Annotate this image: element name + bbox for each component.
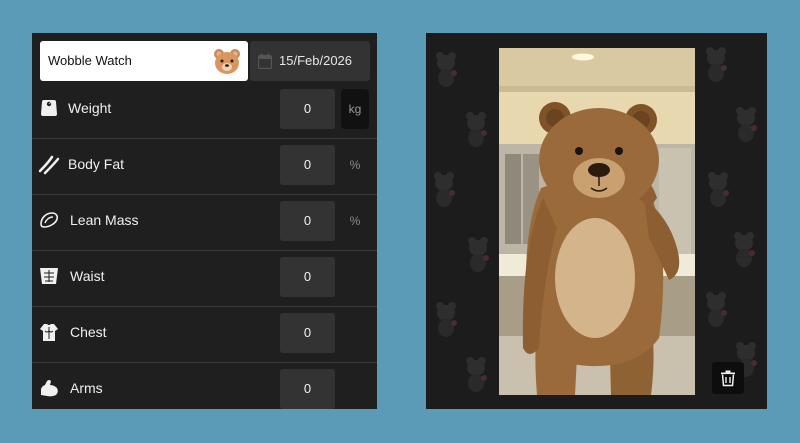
delete-photo-button[interactable]	[712, 362, 744, 394]
metric-label-body-fat: Body Fat	[68, 156, 125, 172]
metric-label-chest: Chest	[70, 324, 107, 340]
metric-row-arms: Arms 0	[32, 363, 377, 409]
panel-header: Wobble Watch 15/Feb/2026	[32, 33, 377, 83]
trash-icon	[721, 370, 735, 387]
profile-name: Wobble Watch	[48, 53, 132, 68]
date-value: 15/Feb/2026	[279, 53, 353, 68]
metric-row-body-fat: Body Fat 0 %	[32, 139, 377, 195]
progress-photo[interactable]	[499, 48, 695, 395]
bear-face-icon	[214, 49, 240, 74]
lean-mass-input[interactable]: 0	[280, 201, 335, 241]
metric-label-arms: Arms	[70, 380, 103, 396]
arms-input[interactable]: 0	[280, 369, 335, 409]
metric-row-weight: Weight 0 kg	[32, 83, 377, 139]
metric-label-lean-mass: Lean Mass	[70, 212, 139, 228]
arm-icon	[41, 380, 58, 397]
metric-label-weight: Weight	[68, 100, 112, 116]
lean-mass-unit: %	[349, 214, 361, 228]
body-fat-icon	[38, 155, 60, 175]
metric-row-chest: Chest 0	[32, 307, 377, 363]
weight-input[interactable]: 0	[280, 89, 335, 129]
photo-panel	[426, 33, 767, 409]
profile-selector[interactable]: Wobble Watch	[40, 41, 248, 81]
weight-unit-toggle[interactable]: kg	[341, 89, 369, 129]
chest-input[interactable]: 0	[280, 313, 335, 353]
body-fat-input[interactable]: 0	[280, 145, 335, 185]
scale-icon	[41, 100, 57, 116]
chest-icon	[40, 324, 58, 341]
metric-row-lean-mass: Lean Mass 0 %	[32, 195, 377, 251]
calendar-icon	[258, 53, 272, 69]
metric-row-waist: Waist 0	[32, 251, 377, 307]
date-picker[interactable]: 15/Feb/2026	[250, 41, 370, 81]
metrics-list: Weight 0 kg Body Fat 0 % Lean Mass 0 % W…	[32, 83, 377, 409]
waist-input[interactable]: 0	[280, 257, 335, 297]
metric-label-waist: Waist	[70, 268, 105, 284]
body-fat-unit: %	[349, 158, 361, 172]
waist-icon	[40, 268, 58, 284]
measurement-panel: Wobble Watch 15/Feb/2026 Weight 0 kg Bod…	[32, 33, 377, 409]
lean-mass-icon	[40, 212, 59, 228]
